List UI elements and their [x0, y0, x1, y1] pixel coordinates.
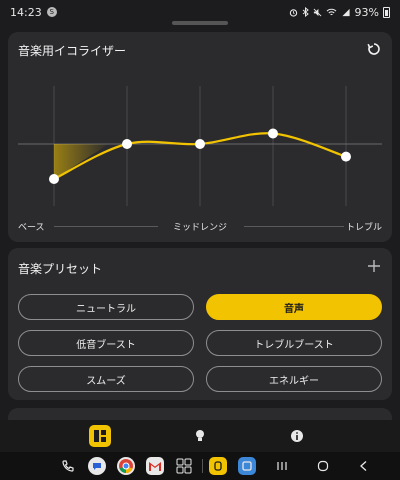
- reset-icon[interactable]: [366, 41, 382, 57]
- equalizer-title: 音楽用イコライザー: [18, 44, 127, 58]
- app-grid-icon[interactable]: [175, 457, 193, 475]
- preset-button[interactable]: 低音ブースト: [18, 330, 194, 356]
- status-time: 14:23: [10, 5, 42, 19]
- equalizer-card: 音楽用イコライザー ベース ミッドレンジ トレブル: [8, 32, 392, 242]
- equalizer-axis: ベース ミッドレンジ トレブル: [8, 220, 392, 236]
- chrome-icon[interactable]: [117, 457, 135, 475]
- label-midrange: ミッドレンジ: [172, 223, 227, 233]
- info-icon[interactable]: [286, 425, 308, 447]
- presets-card: 音楽プリセット ニュートラル 音声 低音ブースト トレブルブースト スムーズ エネルギー: [8, 248, 392, 400]
- taskbar: [0, 452, 400, 480]
- eq-band-handle-3[interactable]: [268, 128, 278, 139]
- preset-button[interactable]: エネルギー: [206, 366, 382, 392]
- taskbar-divider: [202, 459, 203, 473]
- label-treble: トレブル: [345, 223, 382, 233]
- presets-title: 音楽プリセット: [18, 262, 103, 276]
- wifi-icon: [326, 8, 336, 15]
- files-app-icon[interactable]: [238, 457, 256, 475]
- sheet-drag-handle[interactable]: [172, 21, 228, 25]
- equalizer-graph[interactable]: [8, 72, 392, 212]
- eq-band-handle-2[interactable]: [195, 139, 205, 149]
- dashboard-icon[interactable]: [89, 425, 111, 447]
- messages-icon[interactable]: [88, 457, 106, 475]
- signal-icon: [341, 8, 350, 16]
- eq-band-handle-0[interactable]: [49, 174, 59, 184]
- lightbulb-icon[interactable]: [189, 425, 211, 447]
- bottom-nav: [0, 420, 400, 452]
- battery-percent: 93%: [354, 5, 379, 19]
- jabra-app-icon[interactable]: [209, 457, 227, 475]
- preset-button[interactable]: トレブルブースト: [206, 330, 382, 356]
- phone-icon[interactable]: [59, 457, 77, 475]
- gmail-icon[interactable]: [146, 457, 164, 475]
- preset-button[interactable]: スムーズ: [18, 366, 194, 392]
- preset-button[interactable]: 音声: [206, 294, 382, 320]
- mute-icon: [313, 8, 321, 16]
- preset-grid: ニュートラル 音声 低音ブースト トレブルブースト スムーズ エネルギー: [18, 294, 382, 392]
- battery-icon: [383, 6, 390, 18]
- back-icon[interactable]: [356, 458, 372, 474]
- preset-button[interactable]: ニュートラル: [18, 294, 194, 320]
- home-icon[interactable]: [315, 458, 331, 474]
- notification-badge-icon: S: [46, 7, 57, 17]
- eq-band-handle-4[interactable]: [341, 151, 351, 162]
- bluetooth-icon: [302, 7, 309, 17]
- label-midrange-wrap: ミッドレンジ: [8, 220, 392, 233]
- plus-icon[interactable]: [366, 258, 382, 274]
- eq-band-handle-1[interactable]: [122, 139, 132, 149]
- alarm-icon: [289, 8, 297, 17]
- recents-icon[interactable]: [274, 458, 290, 474]
